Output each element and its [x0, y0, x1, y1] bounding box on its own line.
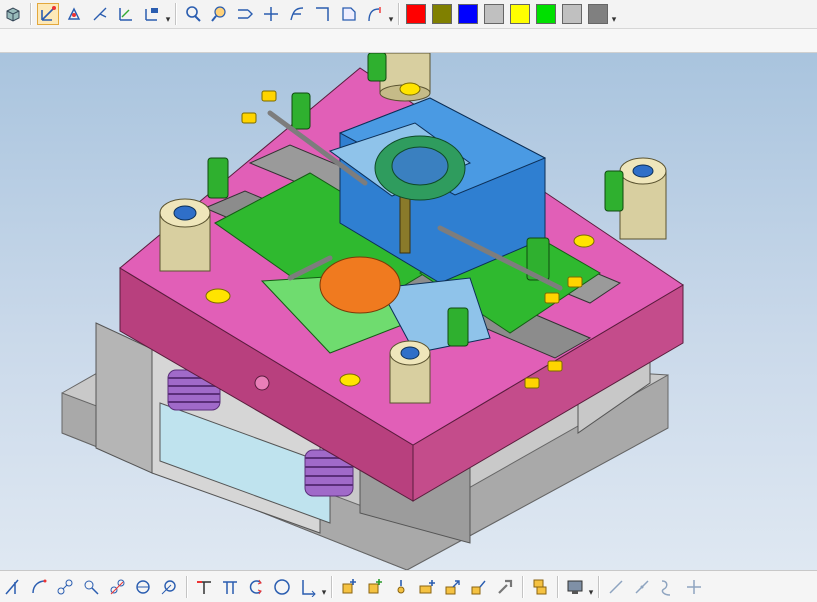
circle-center-icon[interactable] [132, 576, 154, 598]
color-swatch-8[interactable] [588, 4, 608, 24]
color-swatch-7[interactable] [562, 4, 582, 24]
corner-icon[interactable] [312, 3, 334, 25]
point-snap-icon[interactable] [63, 3, 85, 25]
circle-tangent-icon[interactable] [158, 576, 180, 598]
locating-ring-center [391, 146, 449, 186]
pan-icon[interactable] [208, 3, 230, 25]
guide-pillar-right [619, 157, 667, 240]
top-toolbar: ▾ ▾ ▾ [0, 0, 817, 29]
diagonal-line-icon[interactable] [605, 576, 627, 598]
wave-icon[interactable] [657, 576, 679, 598]
add-body-icon[interactable] [416, 576, 438, 598]
graphics-viewport[interactable] [0, 53, 817, 570]
color-swatch-2[interactable] [432, 4, 452, 24]
dropdown-arrow-icon[interactable]: ▾ [321, 576, 327, 598]
dropdown-arrow-icon[interactable]: ▾ [588, 576, 594, 598]
fillet-curve-icon[interactable] [364, 3, 386, 25]
color-swatch-5[interactable] [510, 4, 530, 24]
face-icon[interactable] [338, 3, 360, 25]
spline-icon[interactable] [54, 576, 76, 598]
add-component-icon[interactable] [338, 576, 360, 598]
add-arrow-icon[interactable] [442, 576, 464, 598]
axis-snap-icon[interactable] [115, 3, 137, 25]
angle-corner-icon[interactable] [297, 576, 319, 598]
toolbar-separator [30, 3, 31, 25]
guide-pillar-left [159, 198, 211, 272]
secondary-toolbar-strip [0, 29, 817, 53]
circle-icon[interactable] [271, 576, 293, 598]
mold-assembly-model[interactable] [0, 53, 817, 570]
toolbar-separator [331, 575, 332, 598]
add-link-icon[interactable] [468, 576, 490, 598]
coordinate-system-icon[interactable] [141, 3, 163, 25]
rotate-icon[interactable] [245, 576, 267, 598]
plate-hole [254, 375, 270, 391]
perpendicular-icon[interactable] [193, 576, 215, 598]
toolbar-separator [175, 3, 176, 25]
toolbar-separator [522, 575, 523, 598]
toolbar-separator [557, 575, 558, 598]
toolbar-separator [598, 575, 599, 598]
curve-point-icon[interactable] [80, 576, 102, 598]
tool-icon[interactable] [494, 576, 516, 598]
extend-curve-icon[interactable] [234, 3, 256, 25]
offset-curve-icon[interactable] [286, 3, 308, 25]
cross-icon[interactable] [683, 576, 705, 598]
duplicate-icon[interactable] [529, 576, 551, 598]
parallel-icon[interactable] [219, 576, 241, 598]
color-swatch-3[interactable] [458, 4, 478, 24]
diagonal-line-alt-icon[interactable] [631, 576, 653, 598]
select-vector-icon[interactable] [37, 3, 59, 25]
dropdown-arrow-icon[interactable]: ▾ [388, 3, 394, 25]
dropdown-arrow-icon[interactable]: ▾ [165, 3, 171, 25]
support-pillar-left [95, 322, 153, 474]
color-swatch-4[interactable] [484, 4, 504, 24]
insert-point-icon[interactable] [390, 576, 412, 598]
molded-part [319, 256, 401, 314]
color-swatch-6[interactable] [536, 4, 556, 24]
sprue-bushing [399, 192, 411, 254]
add-component-alt-icon[interactable] [364, 576, 386, 598]
dropdown-arrow-icon[interactable]: ▾ [611, 3, 617, 25]
line-icon[interactable] [2, 576, 24, 598]
toolbar-separator [186, 575, 187, 598]
guide-pillar-front [389, 340, 431, 404]
toolbar-separator [398, 3, 399, 25]
color-swatch-group [403, 4, 611, 24]
view-cube-icon[interactable] [2, 3, 24, 25]
zoom-search-icon[interactable] [182, 3, 204, 25]
branch-snap-icon[interactable] [89, 3, 111, 25]
color-swatch-1[interactable] [406, 4, 426, 24]
bottom-toolbar: ▾ ▾ [0, 570, 817, 602]
display-icon[interactable] [564, 576, 586, 598]
link-curve-icon[interactable] [106, 576, 128, 598]
arc-icon[interactable] [28, 576, 50, 598]
trim-curve-icon[interactable] [260, 3, 282, 25]
